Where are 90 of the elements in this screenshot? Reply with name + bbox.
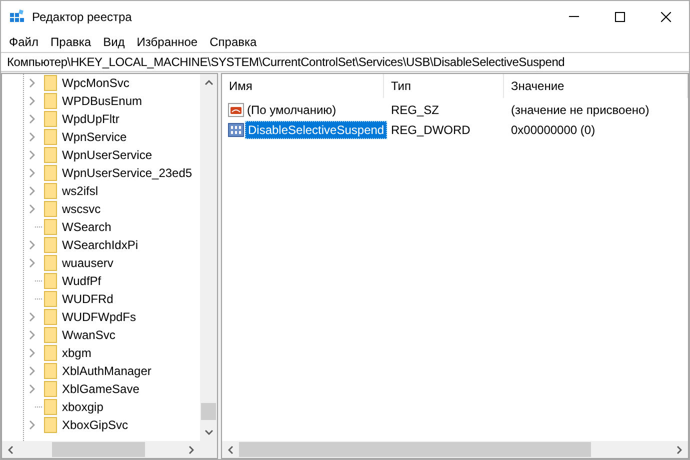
menu-item[interactable]: Справка — [204, 32, 263, 52]
expand-arrow-icon[interactable] — [28, 312, 36, 322]
expand-arrow-icon[interactable] — [28, 186, 36, 196]
tree-item[interactable]: WpnUserService_23ed5 — [62, 164, 192, 182]
folder-icon — [44, 399, 57, 415]
column-header[interactable]: Значение — [504, 74, 688, 98]
scroll-down-icon — [204, 430, 212, 435]
horizontal-scrollbar[interactable] — [2, 441, 217, 458]
tree-item[interactable]: WpnUserService — [62, 146, 152, 164]
column-header[interactable]: Имя — [222, 74, 384, 98]
folder-icon — [44, 165, 57, 181]
tree-item[interactable]: XblGameSave — [62, 380, 140, 398]
registry-app-icon — [9, 8, 25, 24]
tree-item[interactable]: wuauserv — [62, 254, 114, 272]
column-header[interactable]: Тип — [384, 74, 504, 98]
expand-arrow-icon[interactable] — [28, 366, 36, 376]
folder-icon — [44, 93, 57, 109]
folder-icon — [44, 219, 57, 235]
scroll-thumb[interactable] — [201, 403, 216, 420]
folder-icon — [44, 417, 57, 433]
tree-item[interactable]: WUDFRd — [62, 290, 114, 308]
tree-item[interactable]: ws2ifsl — [62, 182, 98, 200]
expand-arrow-icon[interactable] — [28, 258, 36, 268]
folder-icon — [44, 309, 57, 325]
menu-item[interactable]: Правка — [44, 32, 98, 52]
value-type: REG_DWORD — [391, 123, 470, 137]
expand-arrow-icon[interactable] — [28, 150, 36, 160]
close-icon — [661, 12, 671, 22]
window-title: Редактор реестра — [32, 8, 132, 26]
folder-icon — [44, 111, 57, 127]
scroll-up-icon — [204, 80, 212, 85]
scroll-thumb[interactable] — [52, 442, 145, 457]
folder-icon — [44, 327, 57, 343]
menu-item[interactable]: Файл — [3, 32, 45, 52]
tree-item[interactable]: WpdUpFltr — [62, 110, 120, 128]
value-name[interactable]: DisableSelectiveSuspend — [245, 121, 388, 139]
minimize-icon — [569, 16, 579, 17]
vertical-scrollbar[interactable] — [200, 74, 217, 441]
tree-item[interactable]: WwanSvc — [62, 326, 116, 344]
expand-arrow-icon[interactable] — [28, 384, 36, 394]
tree-item[interactable]: WPDBusEnum — [62, 92, 142, 110]
expand-arrow-icon[interactable] — [28, 240, 36, 250]
value-type: REG_SZ — [391, 103, 440, 117]
folder-icon — [44, 363, 57, 379]
expand-arrow-icon[interactable] — [28, 330, 36, 340]
scroll-left-icon — [228, 446, 233, 454]
tree-item[interactable]: WpcMonSvc — [62, 74, 130, 92]
folder-icon — [44, 381, 57, 397]
value-name[interactable]: (По умолчанию) — [245, 101, 338, 119]
scroll-left-icon — [8, 446, 13, 454]
string-value-icon — [228, 102, 244, 118]
menu-item[interactable]: Вид — [97, 32, 131, 52]
tree-item[interactable]: XboxGipSvc — [62, 416, 128, 434]
tree-item[interactable]: WpnService — [62, 128, 127, 146]
expand-arrow-icon[interactable] — [28, 114, 36, 124]
expand-arrow-icon[interactable] — [28, 78, 36, 88]
address-bar[interactable]: Компьютер\HKEY_LOCAL_MACHINE\SYSTEM\CurrentControlSet\Services\USB\DisableSelectiveSuspend — [1, 53, 565, 71]
tree-item[interactable]: WSearchIdxPi — [62, 236, 138, 254]
tree-item[interactable]: xboxgip — [62, 398, 104, 416]
expand-arrow-icon[interactable] — [28, 204, 36, 214]
folder-icon — [44, 273, 57, 289]
value-data: (значение не присвоено) — [511, 103, 650, 117]
maximize-icon — [615, 12, 625, 22]
folder-icon — [44, 75, 57, 91]
expand-arrow-icon[interactable] — [28, 96, 36, 106]
folder-icon — [44, 201, 57, 217]
folder-icon — [44, 183, 57, 199]
expand-arrow-icon[interactable] — [28, 348, 36, 358]
folder-icon — [44, 129, 57, 145]
folder-icon — [44, 147, 57, 163]
tree-item[interactable]: WSearch — [62, 218, 112, 236]
folder-icon — [44, 345, 57, 361]
tree-item[interactable]: xbgm — [62, 344, 92, 362]
tree-item[interactable]: XblAuthManager — [62, 362, 152, 380]
scroll-right-icon — [677, 446, 682, 454]
tree-item[interactable]: WUDFWpdFs — [62, 308, 136, 326]
menu-item[interactable]: Избранное — [130, 32, 204, 52]
horizontal-scrollbar[interactable] — [222, 441, 688, 458]
binary-value-icon — [228, 122, 244, 138]
expand-arrow-icon[interactable] — [28, 168, 36, 178]
value-data: 0x00000000 (0) — [511, 123, 596, 137]
scroll-thumb[interactable] — [239, 442, 591, 457]
folder-icon — [44, 237, 57, 253]
folder-icon — [44, 255, 57, 271]
scroll-right-icon — [189, 446, 194, 454]
tree-item[interactable]: WudfPf — [62, 272, 102, 290]
folder-icon — [44, 291, 57, 307]
tree-item[interactable]: wscsvc — [62, 200, 101, 218]
expand-arrow-icon[interactable] — [28, 420, 36, 430]
expand-arrow-icon[interactable] — [28, 132, 36, 142]
